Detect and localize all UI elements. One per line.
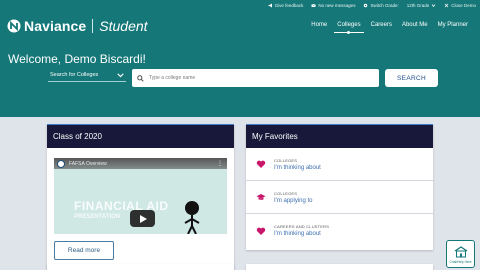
favorite-link[interactable]: I'm thinking about xyxy=(274,165,321,171)
class-card: Class of 2020 FAFSA Overview ⋮ FINANCIAL… xyxy=(47,124,234,270)
grade-select[interactable]: 12th Grade xyxy=(407,3,437,8)
search-icon xyxy=(137,74,144,82)
nav-home[interactable]: Home xyxy=(311,22,327,28)
favorites-card-title: My Favorites xyxy=(246,124,433,148)
header-banner: Give feedback No new messages Switch Gra… xyxy=(0,0,480,117)
nav-my-planner[interactable]: My Planner xyxy=(438,22,468,28)
video-title-bar: FAFSA Overview ⋮ xyxy=(54,158,227,169)
util-label: Close Demo xyxy=(451,3,476,8)
brand-name: Naviance xyxy=(24,18,87,34)
graduation-cap-icon xyxy=(255,192,266,203)
chevron-down-icon xyxy=(117,72,124,77)
heart-icon xyxy=(255,225,266,236)
messages-link[interactable]: No new messages xyxy=(311,3,355,8)
favorite-category: CAREERS AND CLUSTERS xyxy=(274,224,330,229)
school-building-icon xyxy=(454,245,467,257)
chat-help-button[interactable]: Chat/Help Here xyxy=(446,240,475,268)
close-demo-link[interactable]: Close Demo xyxy=(444,3,476,8)
favorite-item-careers-thinking[interactable]: CAREERS AND CLUSTERS I'm thinking about xyxy=(246,214,433,247)
util-label: Switch Grade: xyxy=(370,3,399,8)
favorite-item-colleges-applying[interactable]: COLLEGES I'm applying to xyxy=(246,181,433,214)
next-card-right xyxy=(246,264,433,270)
search-button[interactable]: SEARCH xyxy=(385,69,438,87)
channel-avatar[interactable] xyxy=(57,159,65,168)
utility-bar: Give feedback No new messages Switch Gra… xyxy=(268,2,476,9)
envelope-icon xyxy=(311,3,317,8)
video-subheadline: PRESENTATION xyxy=(74,214,121,220)
nav-about-me[interactable]: About Me xyxy=(402,22,428,28)
read-more-button[interactable]: Read more xyxy=(54,241,114,260)
nav-colleges[interactable]: Colleges xyxy=(334,22,365,34)
nav-colleges-label: Colleges xyxy=(337,22,361,28)
chevron-down-icon xyxy=(431,3,436,8)
give-feedback-link[interactable]: Give feedback xyxy=(268,3,304,8)
class-card-title: Class of 2020 xyxy=(47,124,234,148)
favorite-link[interactable]: I'm thinking about xyxy=(274,231,329,237)
brand-subtitle: Student xyxy=(99,18,148,34)
nav-careers[interactable]: Careers xyxy=(371,22,392,28)
brand[interactable]: Naviance Student xyxy=(7,18,148,34)
favorite-category: COLLEGES xyxy=(274,190,298,196)
favorite-link[interactable]: I'm applying to xyxy=(274,198,313,204)
favorites-card: My Favorites COLLEGES I'm thinking about… xyxy=(246,124,433,250)
play-button[interactable] xyxy=(130,210,155,227)
college-search-box[interactable] xyxy=(132,69,379,87)
favorites-list: COLLEGES I'm thinking about COLLEGES I'm… xyxy=(246,148,433,247)
megaphone-icon xyxy=(268,3,273,8)
gear-icon xyxy=(363,3,368,8)
video-player[interactable]: FAFSA Overview ⋮ FINANCIAL AID PRESENTAT… xyxy=(54,158,227,234)
main-nav: Home Colleges Careers About Me My Planne… xyxy=(311,22,468,34)
util-label: Give feedback xyxy=(274,3,304,8)
video-title: FAFSA Overview xyxy=(69,160,107,167)
brand-divider xyxy=(92,19,94,33)
heart-icon xyxy=(255,159,266,170)
stick-figure-illustration xyxy=(184,201,200,234)
welcome-heading: Welcome, Demo Biscardi! xyxy=(8,52,146,66)
college-search-input[interactable] xyxy=(149,75,349,81)
more-options-icon[interactable]: ⋮ xyxy=(217,160,223,167)
close-icon xyxy=(444,3,449,8)
next-card-left xyxy=(47,264,234,270)
util-label: No new messages xyxy=(318,3,356,8)
active-indicator xyxy=(347,31,351,34)
util-label: 12th Grade xyxy=(406,3,430,8)
naviance-logo-icon xyxy=(7,19,21,33)
switch-grade-label: Switch Grade: xyxy=(363,3,399,8)
favorite-category: COLLEGES xyxy=(274,157,298,163)
search-type-select[interactable]: Search for Colleges xyxy=(48,69,126,82)
favorite-item-colleges-thinking[interactable]: COLLEGES I'm thinking about xyxy=(246,148,433,181)
search-type-label: Search for Colleges xyxy=(50,72,99,78)
chat-help-label: Chat/Help Here xyxy=(449,259,472,264)
